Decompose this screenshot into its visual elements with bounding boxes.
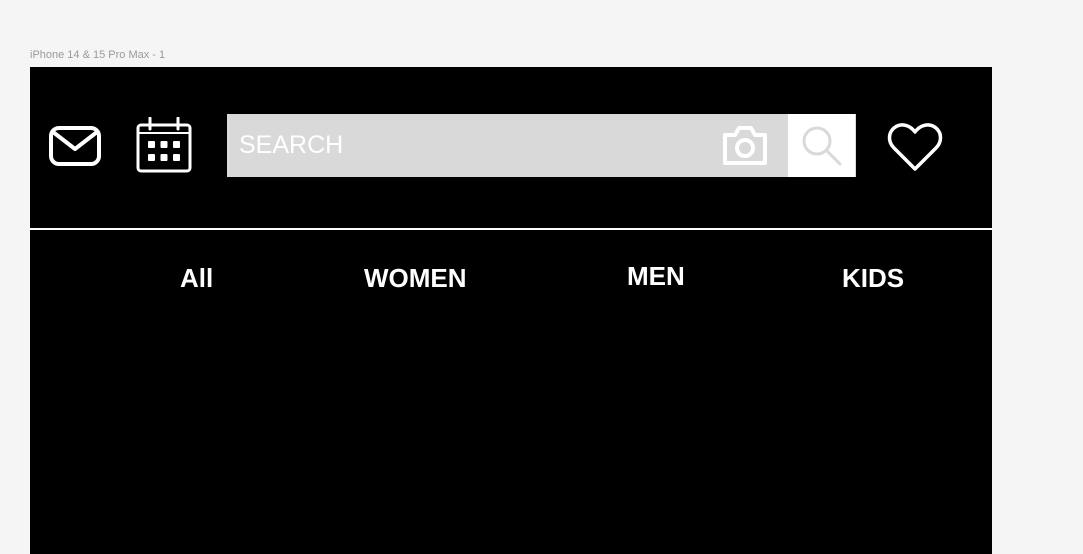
camera-icon (723, 126, 767, 165)
search-input[interactable] (227, 114, 717, 177)
frame-label: iPhone 14 & 15 Pro Max - 1 (30, 49, 166, 61)
calendar-icon (136, 117, 192, 173)
mail-button[interactable] (48, 123, 102, 169)
mail-icon (49, 126, 101, 166)
search-icon (802, 126, 841, 165)
camera-search-button[interactable] (721, 124, 769, 166)
header-divider (30, 228, 992, 230)
app-frame: All WOMEN MEN KIDS (30, 67, 992, 554)
tab-women[interactable]: WOMEN (364, 263, 467, 294)
favorites-button[interactable] (887, 123, 943, 173)
heart-icon (887, 123, 943, 171)
tab-men[interactable]: MEN (627, 261, 685, 292)
tab-kids[interactable]: KIDS (842, 263, 904, 294)
search-bar (227, 114, 856, 177)
tab-all[interactable]: All (180, 263, 213, 294)
search-button[interactable] (788, 114, 855, 177)
calendar-button[interactable] (134, 117, 194, 175)
